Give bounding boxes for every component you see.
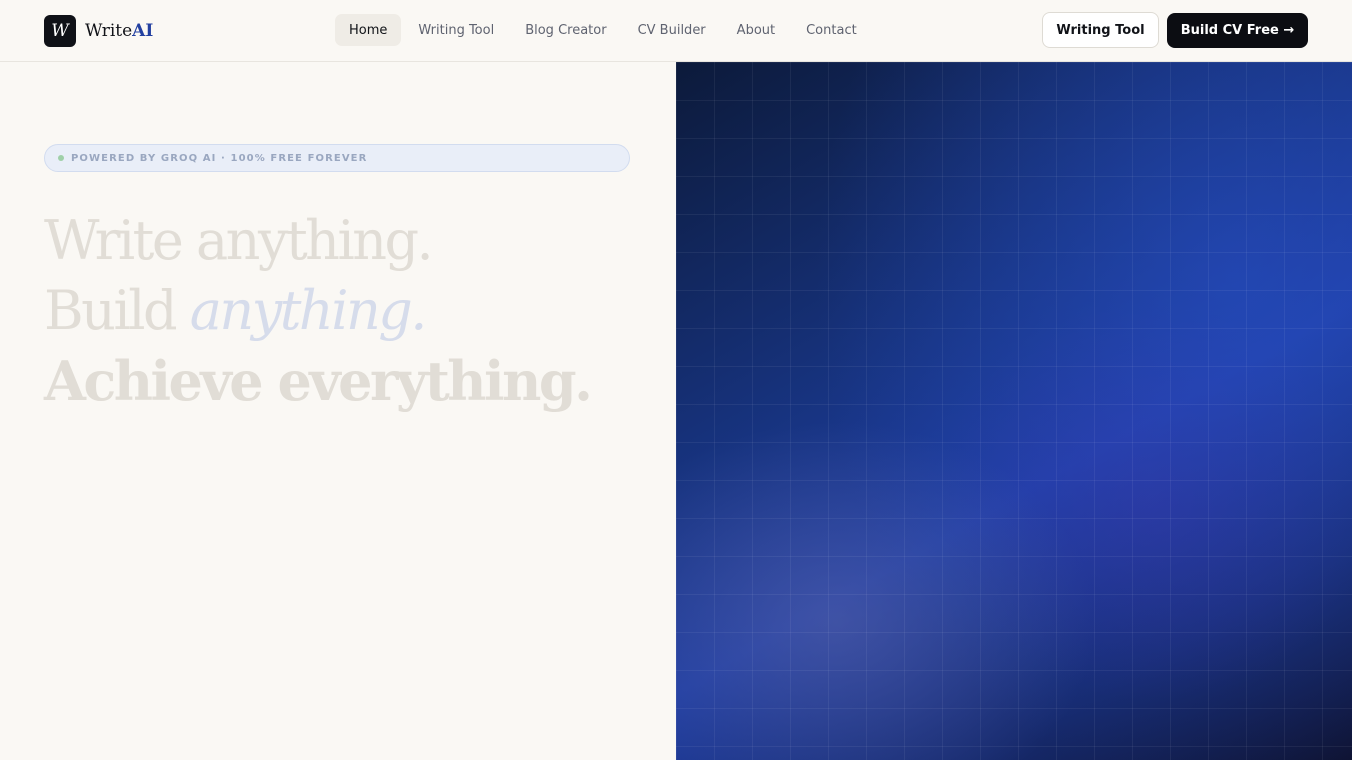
build-cv-button[interactable]: Build CV Free → bbox=[1167, 13, 1308, 48]
headline-line-3: Achieve everything. bbox=[44, 349, 593, 413]
nav-item-about[interactable]: About bbox=[723, 14, 789, 46]
writing-tool-button[interactable]: Writing Tool bbox=[1042, 12, 1159, 48]
brand-name[interactable]: Write AI bbox=[85, 19, 153, 43]
nav-item-contact[interactable]: Contact bbox=[792, 14, 871, 46]
headline-line-1: Write anything. bbox=[44, 209, 434, 272]
headline-line-2: Build anything. bbox=[44, 276, 590, 346]
headline-line-2-prefix: Build bbox=[44, 279, 190, 342]
grid-overlay bbox=[676, 62, 1352, 760]
nav-item-home[interactable]: Home bbox=[335, 14, 402, 46]
nav-item-writing-tool[interactable]: Writing Tool bbox=[404, 14, 508, 46]
powered-by-badge: POWERED BY GROQ AI · 100% FREE FOREVER bbox=[44, 144, 630, 172]
brand-name-accent: AI bbox=[132, 21, 154, 41]
logo-mark-icon[interactable]: W bbox=[44, 15, 76, 47]
headline-line-2-emphasis: anything. bbox=[189, 279, 428, 342]
status-dot-icon bbox=[58, 155, 64, 161]
main-nav: Home Writing Tool Blog Creator CV Builde… bbox=[335, 14, 874, 46]
hero-visual-panel bbox=[676, 62, 1352, 760]
hero-headline: Write anything. Build anything. Achieve … bbox=[44, 206, 593, 416]
badge-text: POWERED BY GROQ AI · 100% FREE FOREVER bbox=[71, 152, 368, 164]
nav-item-cv-builder[interactable]: CV Builder bbox=[624, 14, 720, 46]
top-navbar: W Write AI Home Writing Tool Blog Creator… bbox=[0, 0, 1352, 62]
nav-item-blog-creator[interactable]: Blog Creator bbox=[511, 14, 620, 46]
brand-name-prefix: Write bbox=[85, 21, 133, 41]
